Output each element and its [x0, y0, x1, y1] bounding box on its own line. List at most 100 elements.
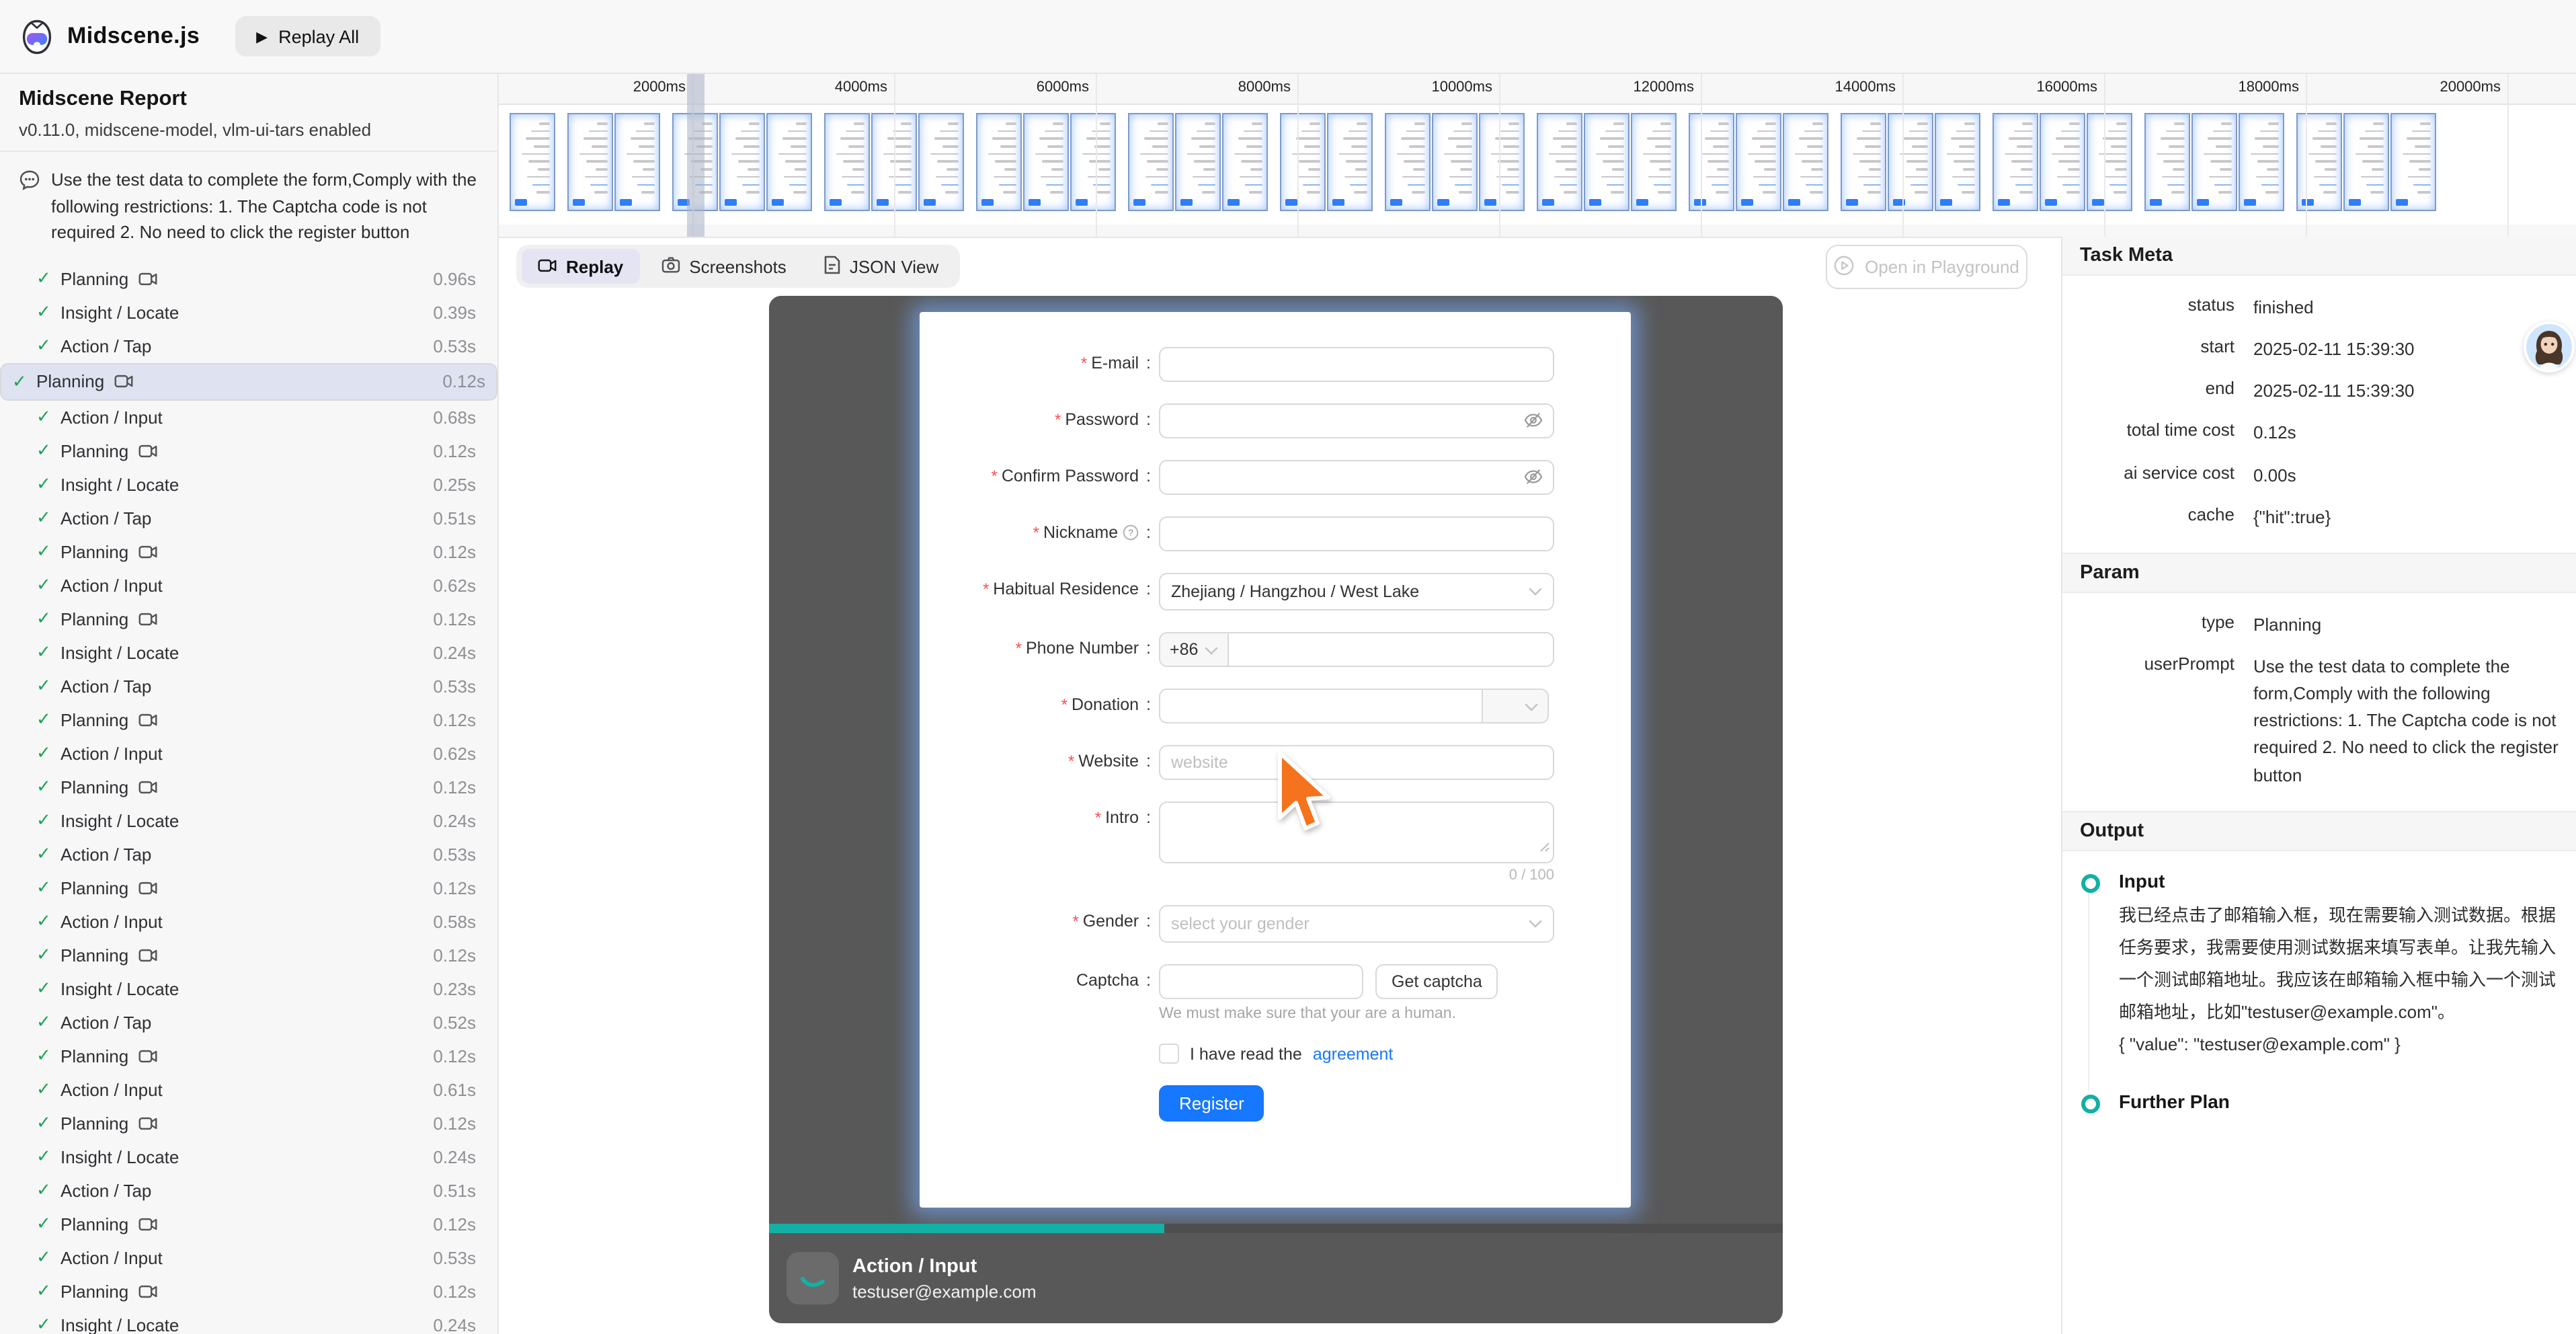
select-habitual-residence[interactable]: Zhejiang / Hangzhou / West Lake	[1159, 573, 1554, 611]
thumbnail-line	[1556, 161, 1577, 163]
step-row[interactable]: ✓Planning0.12s	[0, 1274, 497, 1308]
step-row[interactable]: ✓Planning0.12s	[0, 871, 497, 904]
step-row[interactable]: ✓Planning0.12s	[0, 1106, 497, 1140]
register-button[interactable]: Register	[1159, 1085, 1264, 1122]
step-row[interactable]: ✓Planning0.12s	[0, 602, 497, 635]
input-website[interactable]	[1159, 745, 1554, 780]
donation-unit-select[interactable]	[1482, 689, 1549, 723]
step-row[interactable]: ✓Planning0.12s	[0, 434, 497, 467]
step-row[interactable]: ✓Action / Tap0.53s	[0, 837, 497, 871]
timeline-thumbnail[interactable]	[1584, 113, 1629, 211]
timeline-thumbnail[interactable]	[1280, 113, 1326, 211]
step-row[interactable]: ✓Planning0.12s	[0, 1207, 497, 1241]
timeline-thumbnail[interactable]	[2390, 113, 2436, 211]
timeline-thumbnail[interactable]	[567, 113, 613, 211]
get-captcha-button[interactable]: Get captcha	[1375, 964, 1498, 999]
timeline-thumbnail[interactable]	[976, 113, 1022, 211]
timeline-thumbnail[interactable]	[510, 113, 555, 211]
thumbnail-line	[1046, 184, 1063, 186]
timeline-thumbnail[interactable]	[1783, 113, 1828, 211]
step-row[interactable]: ✓Action / Input0.62s	[0, 568, 497, 602]
timeline-thumbnail[interactable]	[2087, 113, 2132, 211]
input-password[interactable]	[1159, 403, 1554, 438]
timeline-thumbnail[interactable]	[1327, 113, 1373, 211]
timeline-thumbnail[interactable]	[2144, 113, 2190, 211]
timeline-thumbnail[interactable]	[1023, 113, 1069, 211]
step-row[interactable]: ✓Insight / Locate0.24s	[0, 635, 497, 669]
step-row[interactable]: ✓Action / Input0.53s	[0, 1241, 497, 1274]
replay-progress-track[interactable]	[769, 1224, 1783, 1233]
input-nickname[interactable]	[1159, 516, 1554, 551]
step-row[interactable]: ✓Insight / Locate0.23s	[0, 972, 497, 1005]
avatar[interactable]	[2524, 321, 2575, 372]
step-row[interactable]: ✓Action / Tap0.52s	[0, 1005, 497, 1039]
intro-textarea[interactable]	[1159, 801, 1554, 863]
timeline-thumbnail[interactable]	[2343, 113, 2389, 211]
timeline-thumbnail[interactable]	[1222, 113, 1268, 211]
tab-screenshots[interactable]: Screenshots	[645, 249, 803, 284]
timeline-thumbnail[interactable]	[918, 113, 964, 211]
open-in-playground-button[interactable]: Open in Playground	[1826, 245, 2027, 289]
timeline-scrubber[interactable]	[687, 74, 705, 237]
input-donation[interactable]	[1159, 689, 1482, 723]
timeline-thumbnail[interactable]	[1689, 113, 1734, 211]
step-row[interactable]: ✓Planning0.12s	[0, 938, 497, 972]
phone-prefix-select[interactable]: +86	[1159, 632, 1227, 667]
thumbnail-line	[2360, 138, 2384, 140]
eye-invisible-icon[interactable]	[1523, 468, 1543, 492]
timeline-thumbnail[interactable]	[1935, 113, 1980, 211]
timeline-thumbnail[interactable]	[719, 113, 765, 211]
timeline-thumbnail[interactable]	[1128, 113, 1174, 211]
timeline-thumbnail[interactable]	[1385, 113, 1431, 211]
tab-replay[interactable]: Replay	[522, 249, 639, 284]
step-row[interactable]: ✓Planning0.12s	[0, 362, 497, 400]
step-row[interactable]: ✓Action / Input0.62s	[0, 736, 497, 770]
step-row[interactable]: ✓Action / Input0.68s	[0, 400, 497, 434]
agreement-link[interactable]: agreement	[1313, 1044, 1394, 1063]
eye-invisible-icon[interactable]	[1523, 411, 1543, 436]
step-row[interactable]: ✓Action / Tap0.53s	[0, 329, 497, 362]
step-row[interactable]: ✓Action / Tap0.53s	[0, 669, 497, 703]
timeline-thumbnail[interactable]	[2296, 113, 2342, 211]
timeline-thumbnail[interactable]	[1993, 113, 2038, 211]
step-row[interactable]: ✓Action / Input0.61s	[0, 1072, 497, 1106]
input-phone-number[interactable]	[1227, 632, 1554, 667]
step-row[interactable]: ✓Action / Tap0.51s	[0, 1173, 497, 1207]
agreement-checkbox[interactable]	[1159, 1044, 1179, 1064]
timeline-thumbnail[interactable]	[614, 113, 660, 211]
timeline-thumbnail[interactable]	[1537, 113, 1582, 211]
timeline-thumbnail[interactable]	[1631, 113, 1677, 211]
step-row[interactable]: ✓Planning0.96s	[0, 262, 497, 295]
step-row[interactable]: ✓Insight / Locate0.24s	[0, 1308, 497, 1334]
step-row[interactable]: ✓Planning0.12s	[0, 703, 497, 736]
input-e-mail[interactable]	[1159, 347, 1554, 382]
step-row[interactable]: ✓Planning0.12s	[0, 770, 497, 803]
check-icon: ✓	[36, 268, 61, 289]
step-row[interactable]: ✓Action / Input0.58s	[0, 904, 497, 938]
tab-json-view[interactable]: JSON View	[808, 249, 955, 284]
timeline-thumbnail[interactable]	[766, 113, 812, 211]
timeline-thumbnail[interactable]	[1175, 113, 1221, 211]
thumbnail-line	[590, 184, 608, 186]
step-row[interactable]: ✓Insight / Locate0.39s	[0, 295, 497, 329]
step-row[interactable]: ✓Insight / Locate0.24s	[0, 803, 497, 837]
replay-all-button[interactable]: ▶ Replay All	[235, 16, 380, 56]
step-row[interactable]: ✓Insight / Locate0.25s	[0, 467, 497, 501]
step-row[interactable]: ✓Planning0.12s	[0, 1039, 497, 1072]
timeline-thumbnail[interactable]	[1070, 113, 1116, 211]
timeline-thumbnail[interactable]	[1432, 113, 1478, 211]
timeline-thumbnail[interactable]	[1736, 113, 1781, 211]
timeline-thumbnail[interactable]	[2040, 113, 2085, 211]
step-row[interactable]: ✓Insight / Locate0.24s	[0, 1140, 497, 1173]
timeline-thumbnail[interactable]	[1888, 113, 1933, 211]
timeline-thumbnail[interactable]	[824, 113, 870, 211]
input-captcha[interactable]	[1159, 964, 1363, 999]
timeline-thumbnail[interactable]	[1479, 113, 1525, 211]
input-confirm-password[interactable]	[1159, 460, 1554, 495]
select-gender[interactable]: select your gender	[1159, 905, 1554, 943]
timeline-thumbnail[interactable]	[2191, 113, 2237, 211]
timeline-thumbnail[interactable]	[1841, 113, 1886, 211]
timeline-thumbnail[interactable]	[2239, 113, 2284, 211]
step-row[interactable]: ✓Action / Tap0.51s	[0, 501, 497, 535]
step-row[interactable]: ✓Planning0.12s	[0, 535, 497, 568]
